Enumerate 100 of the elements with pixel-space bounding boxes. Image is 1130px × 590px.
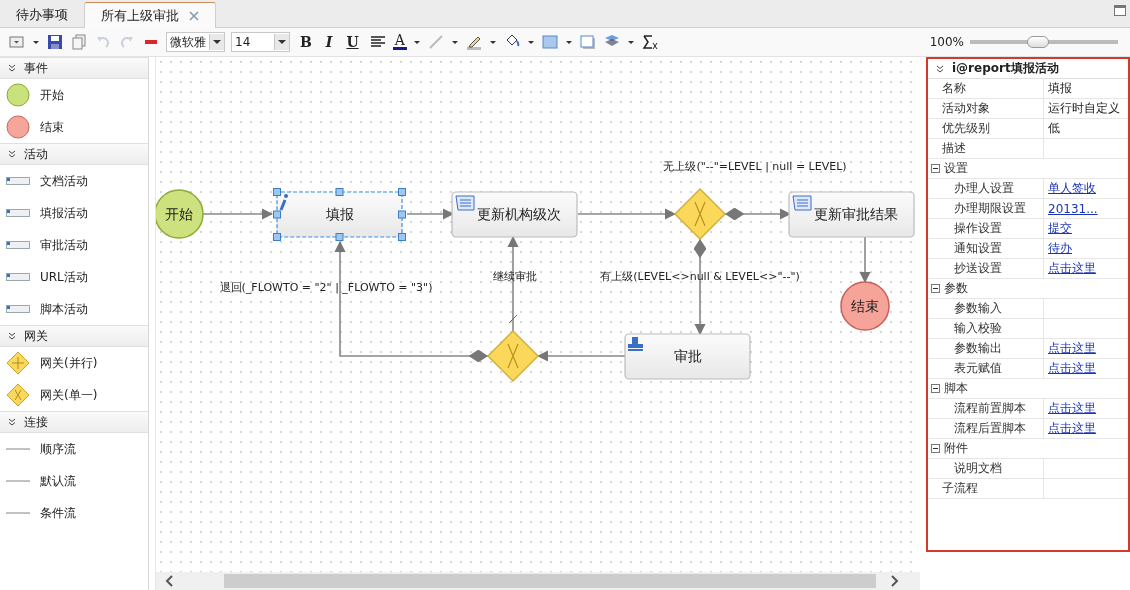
- connector-arrow[interactable]: [859, 236, 871, 284]
- italic-button[interactable]: I: [321, 34, 337, 50]
- maximize-icon[interactable]: [1114, 5, 1126, 16]
- palette-item[interactable]: 结束: [40, 118, 64, 136]
- property-label: 流程后置脚本: [928, 419, 1044, 438]
- connector-label: 有上级(LEVEL<>null & LEVEL<>"--"): [600, 270, 800, 283]
- rectangle-icon[interactable]: [540, 34, 559, 50]
- property-link[interactable]: 点击这里: [1044, 259, 1128, 278]
- font-select[interactable]: 微软雅: [166, 32, 225, 52]
- resize-handle[interactable]: [273, 233, 281, 241]
- resize-handle[interactable]: [398, 188, 406, 196]
- underline-button[interactable]: U: [342, 34, 363, 50]
- property-group-header[interactable]: 参数: [928, 279, 1128, 299]
- property-link[interactable]: 点击这里: [1044, 419, 1128, 438]
- end-event-icon: [6, 115, 30, 139]
- resize-handle[interactable]: [273, 210, 281, 219]
- slider-thumb[interactable]: [1027, 36, 1050, 48]
- property-group-header[interactable]: 附件: [928, 439, 1128, 459]
- property-label: 输入校验: [928, 319, 1044, 338]
- caret-icon: [274, 34, 289, 50]
- collapse-icon[interactable]: [936, 64, 944, 73]
- activity-node[interactable]: 更新审批结果: [788, 191, 915, 238]
- property-label: 说明文档: [928, 459, 1044, 478]
- palette-item[interactable]: 填报活动: [40, 204, 88, 222]
- zoom-level: 100%: [929, 35, 964, 49]
- palette-section-header[interactable]: 事件: [0, 57, 148, 79]
- palette-item[interactable]: 审批活动: [40, 236, 88, 254]
- property-link[interactable]: 点击这里: [1044, 339, 1128, 358]
- palette-section-header[interactable]: 活动: [0, 143, 148, 165]
- activity-node[interactable]: 填报: [276, 191, 403, 238]
- section-title: 活动: [24, 145, 48, 163]
- palette-item[interactable]: 网关(并行): [40, 354, 98, 372]
- font-color-button[interactable]: A: [392, 34, 407, 50]
- connector-arrow[interactable]: [577, 208, 677, 220]
- property-label: 描述: [928, 139, 1044, 158]
- start-event-icon: [6, 83, 30, 107]
- property-group-header[interactable]: 设置: [928, 159, 1128, 179]
- end-event-node[interactable]: 结束: [840, 281, 890, 331]
- property-group-header[interactable]: 脚本: [928, 379, 1128, 399]
- scroll-icon: [455, 195, 475, 211]
- formula-icon[interactable]: [640, 34, 659, 50]
- shadow-icon[interactable]: [578, 34, 597, 50]
- activity-node[interactable]: 审批: [624, 333, 751, 380]
- property-link[interactable]: 点击这里: [1044, 399, 1128, 418]
- gateway-icon: [6, 383, 30, 407]
- resize-handle[interactable]: [273, 188, 281, 196]
- connector-arrow[interactable]: [536, 350, 627, 362]
- property-label: 参数输入: [928, 299, 1044, 318]
- activity-node[interactable]: 更新机构级次: [451, 191, 578, 238]
- palette-item[interactable]: 脚本活动: [40, 300, 88, 318]
- property-label: 通知设置: [928, 239, 1044, 258]
- tab[interactable]: 所有上级审批: [84, 2, 216, 28]
- property-link[interactable]: 提交: [1044, 219, 1128, 238]
- palette-item[interactable]: 文档活动: [40, 172, 88, 190]
- palette-item[interactable]: 条件流: [40, 504, 76, 522]
- palette-item[interactable]: 开始: [40, 86, 64, 104]
- resize-handle[interactable]: [398, 210, 406, 219]
- property-link[interactable]: 单人签收: [1044, 179, 1128, 198]
- section-title: 事件: [24, 59, 48, 77]
- tab[interactable]: 待办事项: [0, 3, 84, 27]
- collapse-icon[interactable]: [931, 284, 940, 293]
- copy-icon[interactable]: [70, 34, 88, 50]
- gateway-node[interactable]: [673, 187, 727, 241]
- line-icon: [6, 448, 30, 450]
- bold-button[interactable]: B: [296, 34, 316, 50]
- property-label: 办理期限设置: [928, 199, 1044, 218]
- save-icon[interactable]: [46, 34, 64, 50]
- dropdown-icon[interactable]: [8, 34, 26, 50]
- align-icon[interactable]: [368, 34, 387, 50]
- pen-icon[interactable]: [464, 34, 483, 50]
- palette-item[interactable]: 网关(单一): [40, 386, 98, 404]
- font-size-select[interactable]: 14: [231, 32, 290, 52]
- resize-handle[interactable]: [398, 233, 406, 241]
- close-icon[interactable]: [189, 10, 199, 21]
- scrollbar-thumb[interactable]: [224, 574, 876, 588]
- collapse-icon[interactable]: [931, 164, 940, 173]
- collapse-icon: [8, 64, 16, 72]
- collapse-icon[interactable]: [931, 384, 940, 393]
- property-label: 子流程: [928, 479, 1044, 498]
- palette-item[interactable]: 默认流: [40, 472, 76, 490]
- connector-arrow[interactable]: [334, 240, 489, 363]
- collapse-icon[interactable]: [931, 444, 940, 453]
- property-label: 优先级别: [928, 119, 1044, 138]
- property-link[interactable]: 20131...: [1044, 199, 1128, 218]
- section-title: 网关: [24, 327, 48, 345]
- connector-label: 继续审批: [493, 270, 537, 283]
- caret-icon: [209, 34, 224, 50]
- palette-item[interactable]: 顺序流: [40, 440, 76, 458]
- connector-arrow[interactable]: [202, 208, 274, 220]
- gateway-node[interactable]: [486, 329, 540, 383]
- property-link[interactable]: 点击这里: [1044, 359, 1128, 378]
- palette-section-header[interactable]: 网关: [0, 325, 148, 347]
- start-event-node[interactable]: 开始: [156, 189, 204, 239]
- property-link[interactable]: 待办: [1044, 239, 1128, 258]
- resize-handle[interactable]: [335, 233, 344, 241]
- palette-item[interactable]: URL活动: [40, 268, 88, 286]
- palette-section-header[interactable]: 连接: [0, 411, 148, 433]
- resize-handle[interactable]: [335, 188, 344, 196]
- pen-icon: [279, 194, 288, 211]
- horizontal-scrollbar[interactable]: [156, 572, 920, 590]
